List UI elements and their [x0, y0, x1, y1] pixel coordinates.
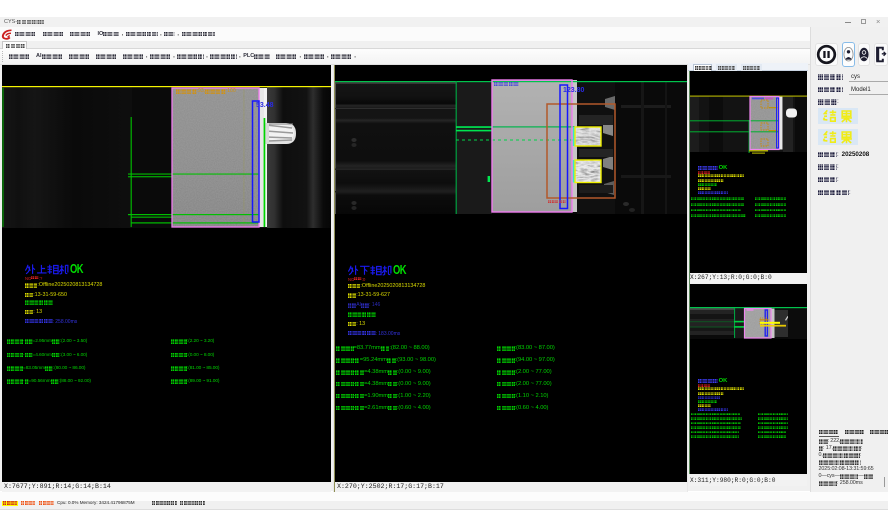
svg-text:53.48: 53.48 [256, 102, 274, 109]
svg-text:123.80: 123.80 [563, 87, 585, 94]
